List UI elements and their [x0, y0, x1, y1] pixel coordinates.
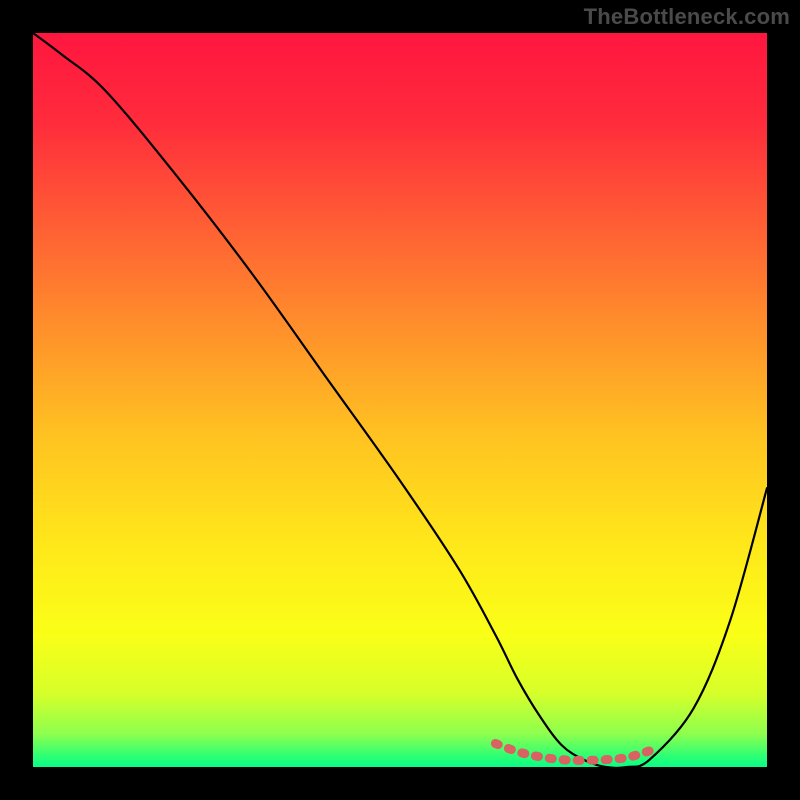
bottleneck-chart — [0, 0, 800, 800]
watermark-text: TheBottleneck.com — [584, 4, 790, 30]
gradient-background — [33, 33, 767, 767]
chart-frame: { "watermark": "TheBottleneck.com", "gra… — [0, 0, 800, 800]
